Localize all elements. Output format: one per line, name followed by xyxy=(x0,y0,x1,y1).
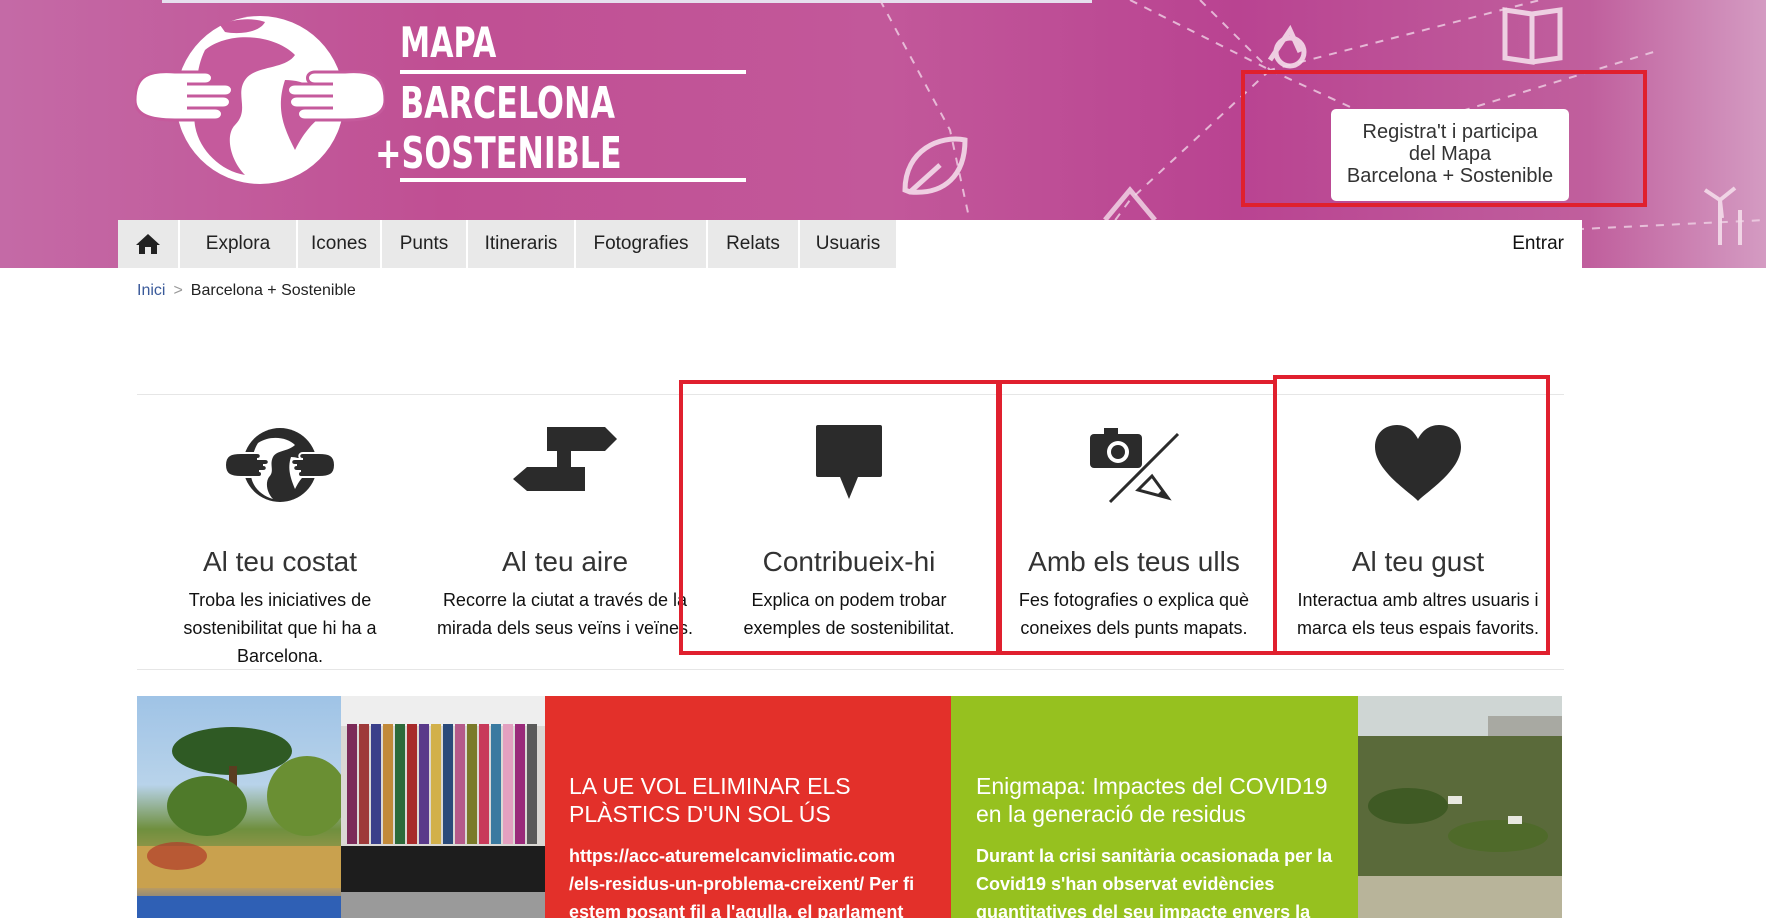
tile-news-plastics[interactable]: LA UE VOL ELIMINAR ELS PLÀSTICS D'UN SOL… xyxy=(545,696,951,918)
nav-item-punts[interactable]: Punts xyxy=(382,220,468,268)
feature-description: Troba les iniciatives de sostenibilitat … xyxy=(183,590,377,666)
login-link[interactable]: Entrar xyxy=(1512,220,1564,268)
tile-news-enigmapa[interactable]: Enigmapa: Impactes del COVID19 en la gen… xyxy=(951,696,1358,918)
nav-item-itineraris[interactable]: Itineraris xyxy=(468,220,576,268)
nav-item-explora[interactable]: Explora xyxy=(180,220,298,268)
recycle-deco-icon xyxy=(1103,186,1157,222)
site-logo[interactable]: MAPA BARCELONA +SOSTENIBLE xyxy=(135,10,746,190)
breadcrumb-separator: > xyxy=(173,282,183,299)
logo-rule xyxy=(400,70,746,74)
home-icon xyxy=(136,233,160,254)
nav-item-relats[interactable]: Relats xyxy=(708,220,800,268)
tile-body: Durant la crisi sanitària ocasionada per… xyxy=(976,846,1333,918)
globe-hands-icon xyxy=(225,428,335,502)
tile-body: https://acc-aturemelcanviclimatic.com /e… xyxy=(569,846,915,918)
feature-al-teu-costat[interactable]: Al teu costat Troba les iniciatives de s… xyxy=(140,420,420,670)
feature-description: Recorre la ciutat a través de la mirada … xyxy=(436,590,694,638)
logo-text-barcelona: BARCELONA xyxy=(400,78,615,129)
tile-title: Enigmapa: Impactes del COVID19 en la gen… xyxy=(976,773,1328,827)
signpost-icon xyxy=(513,427,617,491)
tile-photo-garden[interactable] xyxy=(137,696,341,918)
ties-photo-image xyxy=(341,696,545,918)
main-navigation: Explora Icones Punts Itineraris Fotograf… xyxy=(118,220,1582,268)
globe-hands-logo-icon xyxy=(135,16,385,184)
breadcrumb: Inici > Barcelona + Sostenible xyxy=(137,282,356,300)
book-deco-icon xyxy=(1502,7,1563,65)
wind-turbine-deco-icon xyxy=(1703,186,1742,245)
breadcrumb-home-link[interactable]: Inici xyxy=(137,282,165,299)
garden-photo-image xyxy=(137,727,341,918)
breadcrumb-current: Barcelona + Sostenible xyxy=(190,282,356,299)
logo-text-sostenible: +SOSTENIBLE xyxy=(375,128,622,179)
logo-rule-bottom xyxy=(400,178,746,182)
bike-deco-icon xyxy=(1267,24,1307,69)
nav-item-fotografies[interactable]: Fotografies xyxy=(576,220,708,268)
feature-title: Al teu aire xyxy=(501,546,629,577)
feature-title: Al teu costat xyxy=(202,546,358,577)
nav-item-usuaris[interactable]: Usuaris xyxy=(800,220,898,268)
garden-beds-photo-image xyxy=(1358,696,1562,918)
tile-title: LA UE VOL ELIMINAR ELS PLÀSTICS D'UN SOL… xyxy=(569,773,851,827)
highlight-box-contribueix xyxy=(679,380,1000,655)
logo-text-mapa: MAPA xyxy=(400,18,497,67)
highlight-box-ulls xyxy=(998,380,1277,655)
highlight-box-gust xyxy=(1273,375,1550,655)
tile-photo-ties[interactable] xyxy=(341,696,545,918)
tile-photo-garden-beds[interactable] xyxy=(1358,696,1562,918)
highlight-box-register xyxy=(1241,70,1647,207)
nav-item-icones[interactable]: Icones xyxy=(298,220,382,268)
feature-al-teu-aire[interactable]: Al teu aire Recorre la ciutat a través d… xyxy=(425,420,705,642)
leaf-deco-icon xyxy=(902,136,968,195)
nav-home-button[interactable] xyxy=(118,220,180,268)
